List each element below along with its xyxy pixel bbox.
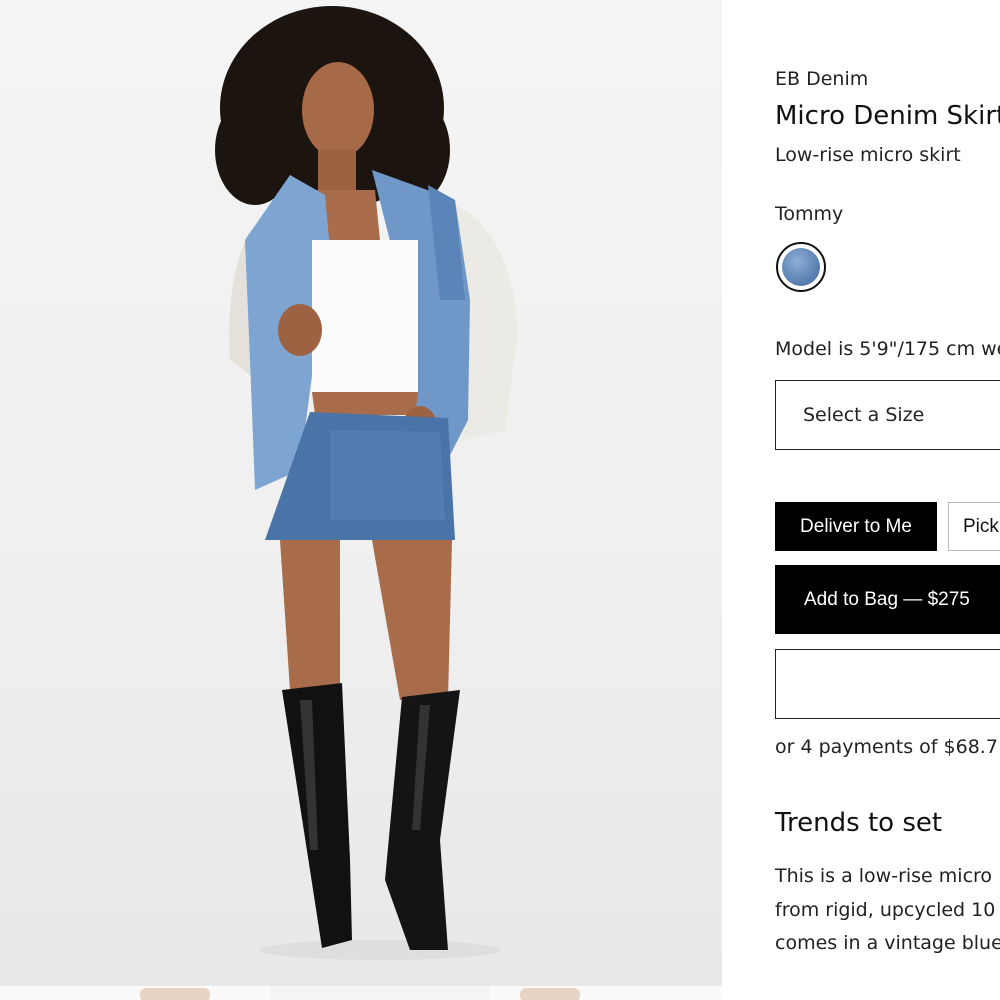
pickup-in-store-button[interactable]: Pick: [948, 502, 1000, 551]
swatch-fill: [782, 248, 820, 286]
model-size-info: Model is 5'9"/175 cm we: [775, 338, 1000, 360]
add-to-bag-button[interactable]: Add to Bag — $275: [775, 565, 1000, 634]
brand-name[interactable]: EB Denim: [775, 68, 868, 90]
next-image-preview: [0, 986, 722, 1000]
product-title: Micro Denim Skirt: [775, 101, 1000, 131]
description-line: from rigid, upcycled 10: [775, 898, 996, 921]
description-line: This is a low-rise micro: [775, 865, 993, 887]
product-details: EB Denim Micro Denim Skirt Low-rise micr…: [775, 0, 1000, 1000]
description-line: comes in a vintage blue: [775, 932, 1000, 954]
model-photo-illustration: [215, 6, 518, 960]
size-select-placeholder: Select a Size: [803, 404, 925, 426]
product-page: EB Denim Micro Denim Skirt Low-rise micr…: [0, 0, 1000, 1000]
selected-color-label: Tommy: [775, 203, 844, 225]
description-heading: Trends to set: [775, 808, 943, 838]
product-description: This is a low-rise micro from rigid, upc…: [775, 860, 1000, 961]
color-swatch-tommy[interactable]: [776, 242, 826, 292]
product-image[interactable]: [0, 0, 722, 986]
product-subtitle: Low-rise micro skirt: [775, 144, 961, 166]
size-select[interactable]: Select a Size: [775, 380, 1000, 450]
deliver-to-me-button[interactable]: Deliver to Me: [775, 502, 937, 551]
installment-payments-text: or 4 payments of $68.7: [775, 736, 998, 758]
secondary-action-button[interactable]: [775, 649, 1000, 719]
